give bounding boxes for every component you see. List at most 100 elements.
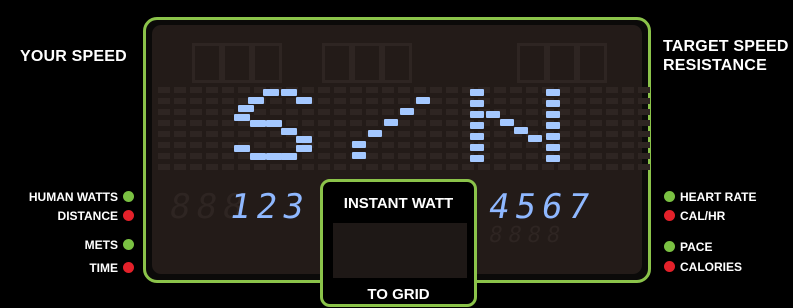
inactive-top-digit xyxy=(577,43,607,83)
inactive-segment xyxy=(222,142,234,148)
inactive-segment xyxy=(446,109,458,115)
inactive-segment xyxy=(382,87,394,93)
inactive-segment xyxy=(414,87,426,93)
inactive-segment xyxy=(574,87,586,93)
inactive-segment xyxy=(302,87,314,93)
inactive-segment xyxy=(414,120,426,126)
inactive-segment xyxy=(526,164,538,170)
inactive-top-digit xyxy=(382,43,412,83)
inactive-segment xyxy=(382,142,394,148)
time-indicator-icon xyxy=(123,262,134,273)
inactive-segment xyxy=(302,153,314,159)
inactive-segment xyxy=(398,153,410,159)
inactive-top-digit xyxy=(352,43,382,83)
inactive-segment xyxy=(398,98,410,104)
inactive-segment xyxy=(590,120,602,126)
inactive-top-digit xyxy=(517,43,547,83)
inactive-segment xyxy=(414,153,426,159)
inactive-segment xyxy=(638,131,650,137)
inactive-segment xyxy=(526,109,538,115)
calories-label: CALORIES xyxy=(680,260,743,274)
instant-watt-panel: INSTANT WATT TO GRID xyxy=(320,179,477,307)
distance-label: DISTANCE xyxy=(57,209,118,223)
inactive-segment xyxy=(334,131,346,137)
lit-segment xyxy=(470,89,484,96)
inactive-segment xyxy=(158,98,170,104)
inactive-segment xyxy=(302,109,314,115)
inactive-segment xyxy=(382,98,394,104)
inactive-segment xyxy=(638,164,650,170)
left-readout-value: 123 xyxy=(226,187,313,227)
inactive-segment xyxy=(318,131,330,137)
inactive-segment xyxy=(302,164,314,170)
inactive-segment xyxy=(398,131,410,137)
inactive-segment xyxy=(622,98,634,104)
inactive-segment xyxy=(414,131,426,137)
heart-rate-label: HEART RATE xyxy=(680,190,757,204)
lit-segment xyxy=(384,119,398,126)
lit-segment xyxy=(486,111,500,118)
inactive-segment xyxy=(606,98,618,104)
inactive-segment xyxy=(190,98,202,104)
lit-segment xyxy=(546,155,560,162)
inactive-segment xyxy=(350,131,362,137)
inactive-segment xyxy=(590,109,602,115)
inactive-segment xyxy=(622,109,634,115)
inactive-segment xyxy=(270,142,282,148)
inactive-segment xyxy=(158,142,170,148)
lit-segment xyxy=(546,111,560,118)
inactive-segment xyxy=(558,164,570,170)
inactive-segment xyxy=(238,87,250,93)
lit-segment xyxy=(470,122,484,129)
inactive-segment xyxy=(222,98,234,104)
inactive-segment xyxy=(510,142,522,148)
lit-segment xyxy=(470,133,484,140)
inactive-segment xyxy=(190,153,202,159)
inactive-segment xyxy=(430,153,442,159)
inactive-segment xyxy=(334,142,346,148)
lit-segment xyxy=(416,97,430,104)
inactive-segment xyxy=(526,98,538,104)
lit-segment xyxy=(352,152,366,159)
inactive-segment xyxy=(350,109,362,115)
inactive-segment xyxy=(638,153,650,159)
inactive-segment xyxy=(254,142,266,148)
heart-rate-indicator-icon xyxy=(664,191,675,202)
inactive-segment xyxy=(334,98,346,104)
inactive-segment xyxy=(446,131,458,137)
inactive-segment xyxy=(622,131,634,137)
inactive-segment xyxy=(318,142,330,148)
inactive-segment xyxy=(334,109,346,115)
inactive-segment xyxy=(382,164,394,170)
right-ghost-digits: 8888 xyxy=(486,223,569,248)
inactive-segment xyxy=(542,164,554,170)
inactive-segment xyxy=(366,109,378,115)
target-speed-label: TARGET SPEED xyxy=(663,38,789,55)
inactive-segment xyxy=(222,164,234,170)
inactive-segment xyxy=(206,109,218,115)
inactive-segment xyxy=(366,87,378,93)
lit-segment xyxy=(234,114,250,121)
mets-indicator-icon xyxy=(123,239,134,250)
inactive-segment xyxy=(494,98,506,104)
inactive-segment xyxy=(526,87,538,93)
inactive-segment xyxy=(238,153,250,159)
inactive-top-digit xyxy=(252,43,282,83)
inactive-segment xyxy=(206,153,218,159)
inactive-segment xyxy=(174,131,186,137)
inactive-segment xyxy=(190,142,202,148)
lit-segment xyxy=(470,111,484,118)
inactive-segment xyxy=(366,142,378,148)
inactive-segment xyxy=(334,164,346,170)
inactive-segment xyxy=(638,109,650,115)
instant-watt-title: INSTANT WATT xyxy=(343,195,454,212)
inactive-segment xyxy=(574,153,586,159)
lit-segment xyxy=(470,100,484,107)
inactive-segment xyxy=(174,164,186,170)
inactive-segment xyxy=(222,87,234,93)
inactive-segment xyxy=(446,98,458,104)
lit-segment xyxy=(281,128,297,135)
inactive-segment xyxy=(366,98,378,104)
inactive-segment xyxy=(574,120,586,126)
inactive-segment xyxy=(158,87,170,93)
